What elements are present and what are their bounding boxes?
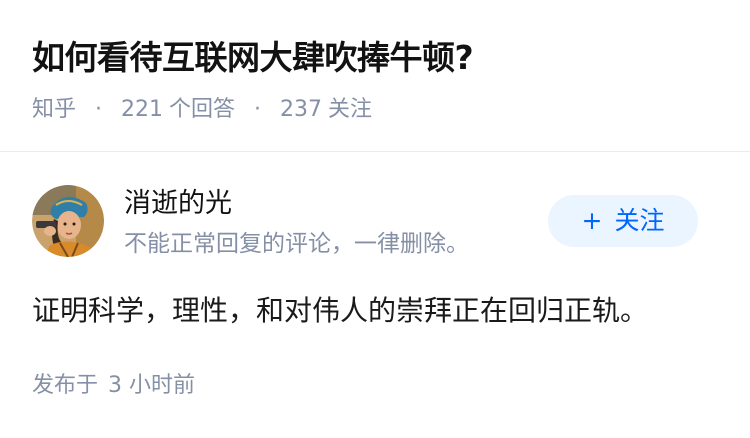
published-time: 3 小时前: [108, 373, 196, 398]
followers-label: 关注: [328, 97, 373, 122]
publish-time: 发布于 3 小时前: [32, 370, 195, 402]
answer-content[interactable]: 证明科学，理性，和对伟人的崇拜正在回归正轨。: [32, 290, 648, 332]
question-meta: 知乎 · 221 个回答 · 237 关注: [32, 94, 372, 126]
section-divider: [0, 151, 750, 152]
follow-button-label: 关注: [614, 206, 665, 235]
answers-label: 个回答: [169, 97, 236, 122]
plus-icon: +: [581, 206, 603, 235]
source-label[interactable]: 知乎: [32, 97, 76, 122]
question-title[interactable]: 如何看待互联网大肆吹捧牛顿?: [32, 34, 474, 82]
published-label: 发布于: [32, 373, 99, 398]
meta-separator: ·: [254, 97, 262, 122]
answers-count: 221: [121, 97, 164, 122]
user-avatar-illustration: [32, 185, 104, 257]
followers-count: 237: [280, 97, 323, 122]
meta-separator: ·: [95, 97, 103, 122]
avatar[interactable]: [32, 185, 104, 257]
author-bio: 不能正常回复的评论，一律删除。: [124, 231, 469, 257]
follow-button[interactable]: + 关注: [548, 195, 698, 247]
author-name[interactable]: 消逝的光: [124, 186, 232, 222]
